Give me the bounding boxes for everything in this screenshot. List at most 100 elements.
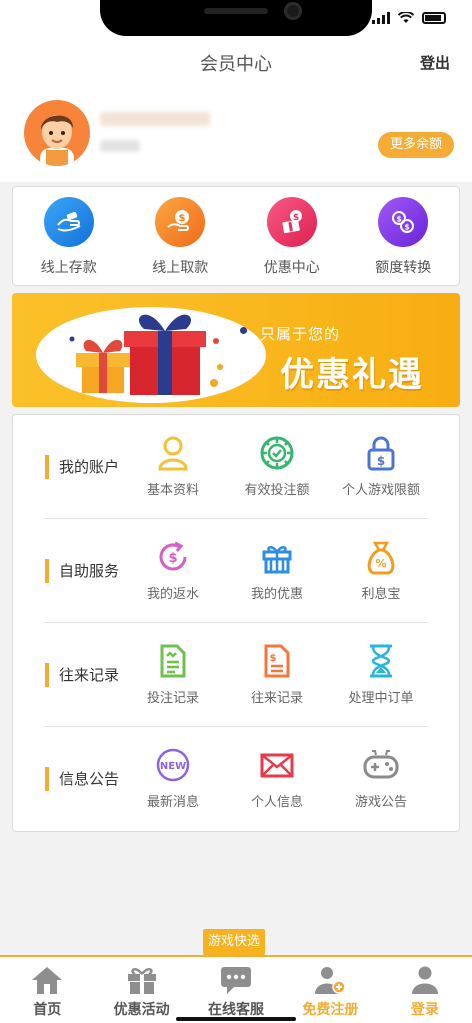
valid-bet-amount-button[interactable]: 有效投注额 [225, 435, 329, 498]
promo-center-button[interactable]: $ 优惠中心 [236, 187, 348, 285]
tab-promotions[interactable]: 优惠活动 [94, 957, 188, 1023]
tab-customer-service[interactable]: 在线客服 [189, 957, 283, 1023]
section-title: 我的账户 [45, 455, 119, 479]
section-announcements: 信息公告 NEW 最新消息 个人信息 游戏公告 [13, 727, 459, 831]
item-label: 我的优惠 [250, 587, 303, 602]
device-notch [100, 0, 372, 36]
home-indicator [176, 1017, 296, 1021]
transfer-coins-icon: $ $ [378, 197, 429, 247]
bottom-tab-bar: 首页 优惠活动 在线客服 免费注册 登录 [0, 955, 472, 1023]
tab-label: 免费注册 [302, 1002, 359, 1018]
section-title: 往来记录 [45, 663, 119, 687]
new-badge-icon: NEW [156, 748, 190, 782]
speaker-grille [204, 8, 268, 14]
promo-center-label: 优惠中心 [263, 260, 320, 276]
logout-button[interactable]: 登出 [420, 52, 450, 73]
promo-ticket-icon: $ [266, 197, 317, 247]
online-deposit-label: 线上存款 [40, 260, 97, 276]
item-label: 处理中订单 [348, 691, 414, 706]
signal-icon [372, 12, 390, 24]
svg-text:$: $ [404, 223, 410, 232]
battery-icon [422, 12, 446, 24]
section-title: 自助服务 [45, 559, 119, 583]
item-label: 往来记录 [250, 691, 303, 706]
decor-dot [240, 327, 247, 334]
status-bar [0, 0, 472, 40]
home-icon [32, 967, 63, 994]
svg-text:%: % [375, 557, 386, 570]
lock-dollar-icon: $ [367, 436, 395, 471]
withdraw-coin-icon: $ [155, 197, 206, 247]
tab-label: 优惠活动 [113, 1002, 170, 1018]
front-camera [284, 2, 302, 20]
tab-label: 登录 [410, 1002, 439, 1018]
tab-home[interactable]: 首页 [0, 957, 94, 1023]
tab-label: 在线客服 [208, 1002, 265, 1018]
svg-text:$: $ [270, 653, 277, 664]
online-withdraw-label: 线上取款 [152, 260, 209, 276]
chip-icon [260, 436, 294, 470]
my-rebate-button[interactable]: $ 我的返水 [121, 539, 225, 602]
item-label: 投注记录 [146, 691, 199, 706]
page-title: 会员中心 [200, 54, 272, 75]
bet-record-button[interactable]: 投注记录 [121, 643, 225, 706]
wifi-icon [398, 12, 414, 23]
more-balance-button[interactable]: 更多余额 [377, 132, 454, 158]
gift-icon [262, 546, 292, 574]
bet-record-icon [160, 644, 186, 678]
svg-text:$: $ [377, 454, 385, 468]
login-user-icon [411, 966, 438, 994]
banner-subtitle: 只属于您的 [260, 325, 341, 343]
svg-text:$: $ [179, 213, 186, 224]
item-label: 利息宝 [361, 587, 401, 602]
pending-orders-button[interactable]: 处理中订单 [329, 643, 433, 706]
section-records: 往来记录 投注记录 $ 往来记录 处理中订单 [13, 623, 459, 727]
item-label: 有效投注额 [244, 483, 310, 498]
interest-treasure-button[interactable]: % 利息宝 [329, 539, 433, 602]
item-label: 个人游戏限额 [341, 483, 420, 498]
deposit-hand-icon [43, 197, 94, 247]
section-self-service: 自助服务 $ 我的返水 我的优惠 % 利息宝 [13, 519, 459, 623]
hourglass-icon [370, 644, 392, 678]
item-label: 游戏公告 [354, 795, 407, 810]
item-label: 基本资料 [146, 483, 199, 498]
tab-label: 首页 [33, 1002, 62, 1018]
banner-title: 优惠礼遇 [280, 355, 424, 395]
tab-free-register[interactable]: 免费注册 [283, 957, 377, 1023]
decor-dot [210, 379, 218, 387]
money-bag-icon: % [367, 541, 395, 575]
quick-actions-bar: 线上存款 $ 线上取款 $ 优惠中心 $ $ 额度转换 [12, 186, 460, 286]
status-icons [372, 12, 446, 24]
personal-message-button[interactable]: 个人信息 [225, 747, 329, 810]
promo-banner[interactable]: 只属于您的 优惠礼遇 [12, 293, 460, 407]
online-withdraw-button[interactable]: $ 线上取款 [125, 187, 237, 285]
credit-transfer-label: 额度转换 [375, 260, 432, 276]
online-deposit-button[interactable]: 线上存款 [13, 187, 125, 285]
register-user-icon [315, 967, 347, 994]
latest-news-button[interactable]: NEW 最新消息 [121, 747, 225, 810]
section-title: 信息公告 [45, 767, 119, 791]
member-menu-grid: 我的账户 基本资料 有效投注额 $ 个人游戏限额 自助服务 $ 我的返水 我的优… [12, 414, 460, 832]
my-promo-button[interactable]: 我的优惠 [225, 539, 329, 602]
avatar[interactable] [24, 100, 90, 166]
game-announcement-button[interactable]: 游戏公告 [329, 747, 433, 810]
refund-icon: $ [159, 541, 187, 571]
credit-transfer-button[interactable]: $ $ 额度转换 [348, 187, 460, 285]
item-label: 最新消息 [146, 795, 199, 810]
gift-box-icon [127, 968, 156, 994]
quick-game-select-button[interactable]: 游戏快选 [203, 929, 266, 955]
chat-icon [221, 967, 252, 994]
user-icon [158, 436, 188, 471]
section-my-account: 我的账户 基本资料 有效投注额 $ 个人游戏限额 [13, 415, 459, 519]
transaction-record-button[interactable]: $ 往来记录 [225, 643, 329, 706]
page-header: 会员中心 登出 [0, 40, 472, 86]
balance-redacted [100, 140, 140, 152]
game-limit-button[interactable]: $ 个人游戏限额 [329, 435, 433, 498]
svg-text:NEW: NEW [160, 761, 186, 772]
gift-illustration-icon [69, 314, 223, 395]
envelope-icon [260, 753, 294, 778]
item-label: 个人信息 [250, 795, 303, 810]
profile-info-button[interactable]: 基本资料 [121, 435, 225, 498]
profile-card: 更多余额 [0, 86, 472, 182]
tab-login[interactable]: 登录 [378, 957, 472, 1023]
